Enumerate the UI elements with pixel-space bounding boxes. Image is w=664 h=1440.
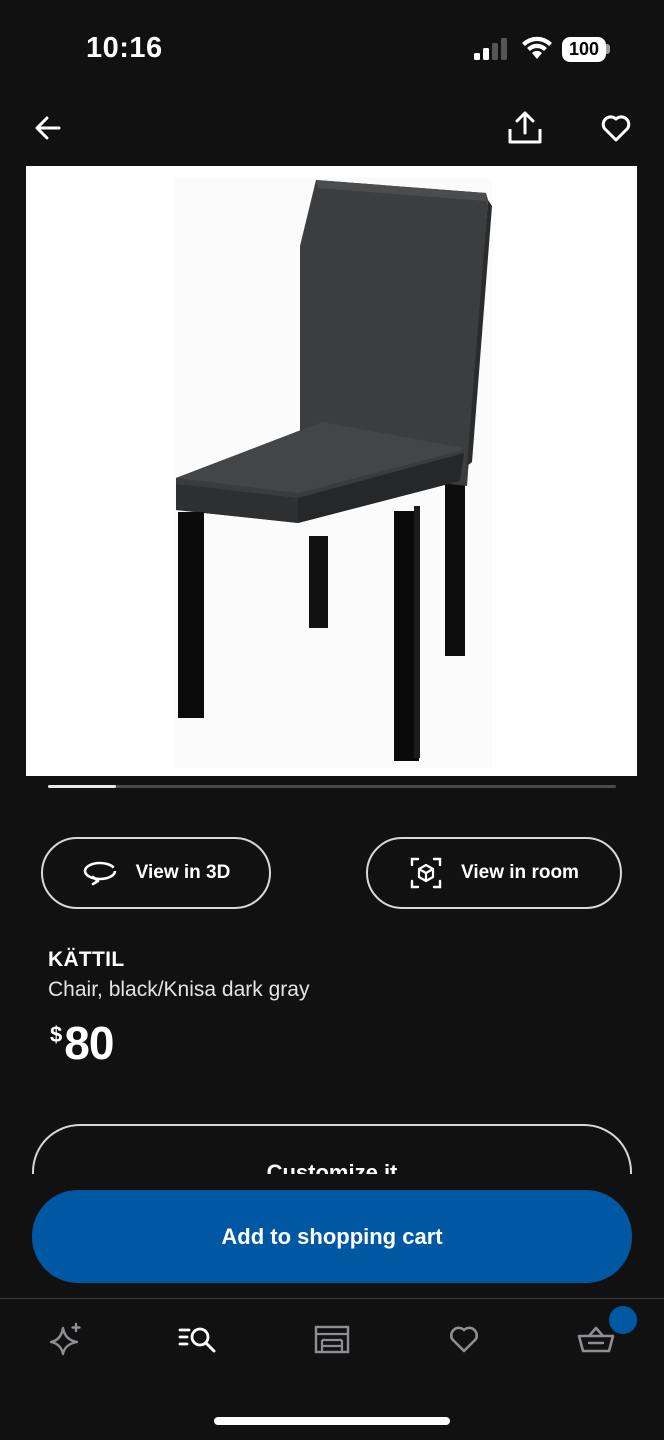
- price-currency: $: [50, 1022, 63, 1047]
- back-button[interactable]: [22, 100, 74, 156]
- arrow-left-icon: [35, 116, 61, 140]
- rotate-3d-icon: [83, 861, 116, 886]
- chair-image: [174, 178, 492, 768]
- heart-icon: [601, 115, 631, 142]
- view-in-room-button[interactable]: View in room: [366, 837, 622, 909]
- image-progress-bar: [48, 785, 616, 788]
- product-price: $ 80: [50, 1016, 114, 1070]
- add-to-cart-label: Add to shopping cart: [221, 1223, 443, 1249]
- battery-level: 100: [568, 39, 600, 59]
- search-list-icon: [178, 1327, 216, 1353]
- favorite-button[interactable]: [590, 100, 642, 156]
- tab-inspiration[interactable]: [36, 1313, 96, 1365]
- store-icon: [314, 1325, 350, 1354]
- battery-indicator: 100: [562, 37, 606, 62]
- share-button[interactable]: [499, 100, 551, 156]
- tab-favorites[interactable]: [434, 1313, 494, 1365]
- status-bar: 10:16 100: [0, 0, 664, 96]
- heart-icon: [449, 1326, 479, 1353]
- share-icon: [508, 111, 542, 144]
- view-in-room-label: View in room: [461, 862, 579, 883]
- customize-button[interactable]: Customize it: [32, 1124, 632, 1174]
- image-progress-fill: [48, 785, 117, 788]
- home-indicator: [214, 1417, 450, 1425]
- view-in-3d-button[interactable]: View in 3D: [41, 837, 271, 909]
- battery-tip: [606, 44, 610, 54]
- status-time: 10:16: [86, 32, 163, 64]
- tab-stores[interactable]: [302, 1313, 362, 1365]
- price-value: 80: [64, 1017, 114, 1069]
- ar-cube-icon: [410, 857, 442, 889]
- wifi-icon: [522, 36, 552, 59]
- product-name: KÄTTIL: [48, 948, 125, 971]
- sparkle-icon: [49, 1322, 81, 1356]
- view-in-3d-label: View in 3D: [135, 862, 231, 883]
- customize-section: Customize it: [32, 1124, 632, 1174]
- tab-search[interactable]: [168, 1313, 228, 1365]
- cart-badge: [607, 1304, 639, 1336]
- product-description: Chair, black/Knisa dark gray: [48, 978, 310, 1001]
- top-nav: [0, 100, 664, 156]
- add-to-cart-button[interactable]: Add to shopping cart: [32, 1190, 632, 1283]
- customize-label: Customize it: [266, 1160, 398, 1174]
- product-image[interactable]: [26, 166, 637, 776]
- signal-icon: [474, 38, 507, 60]
